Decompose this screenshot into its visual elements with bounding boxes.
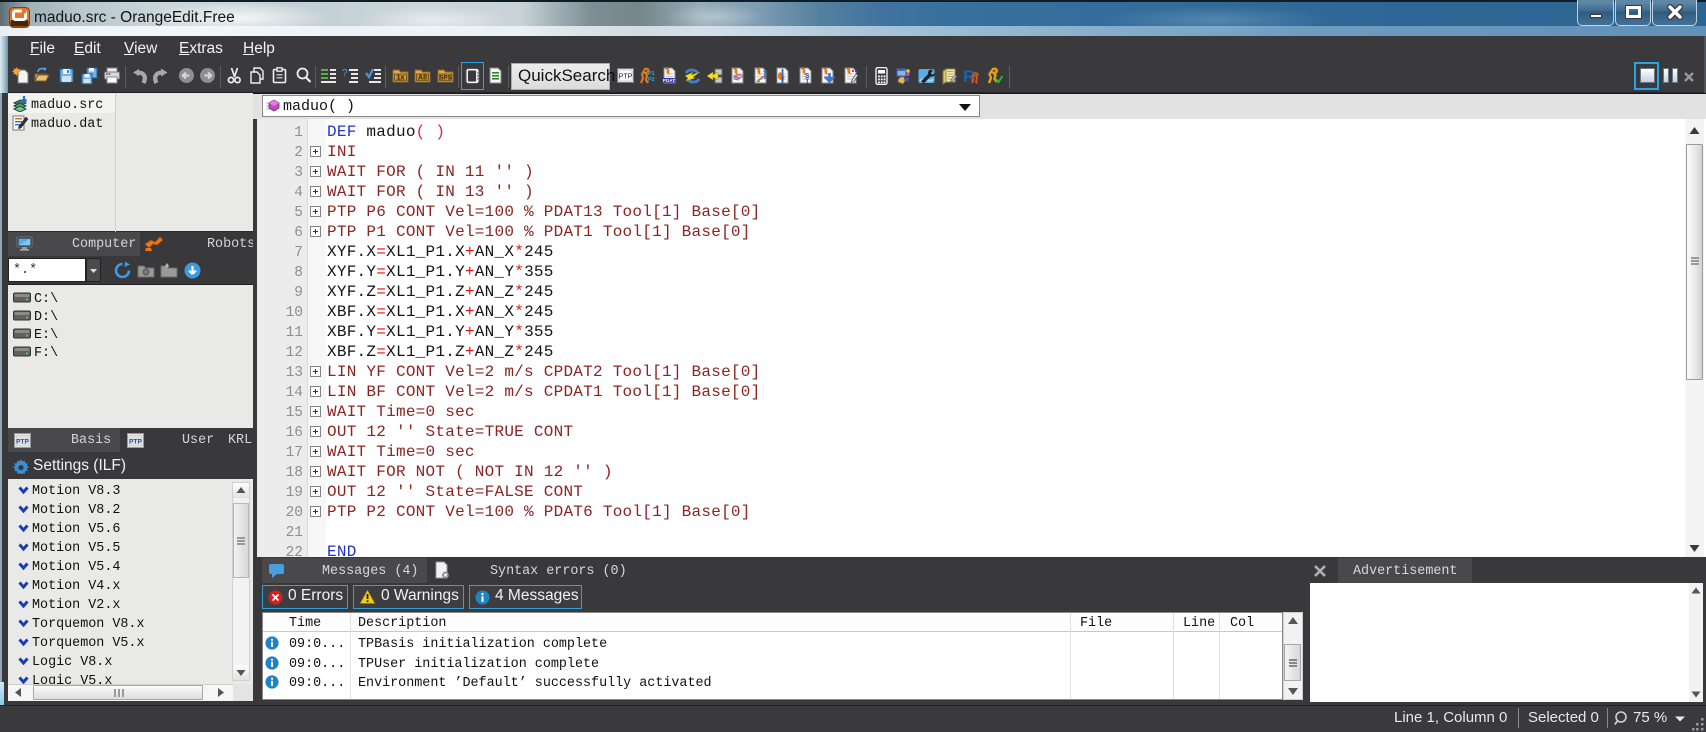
svg-text:PTP: PTP: [16, 439, 29, 446]
svg-text:PTP: PTP: [619, 74, 633, 81]
svg-text:PDAT: PDAT: [663, 78, 675, 83]
svg-text:PTP: PTP: [129, 439, 142, 446]
svg-text:SPS: SPS: [439, 76, 451, 82]
svg-text:T: T: [805, 79, 810, 86]
svg-text:P2: P2: [648, 77, 655, 83]
svg-text:1x: 1x: [397, 75, 405, 82]
svg-text:All: All: [418, 75, 427, 82]
svg-text:?: ?: [342, 68, 348, 79]
